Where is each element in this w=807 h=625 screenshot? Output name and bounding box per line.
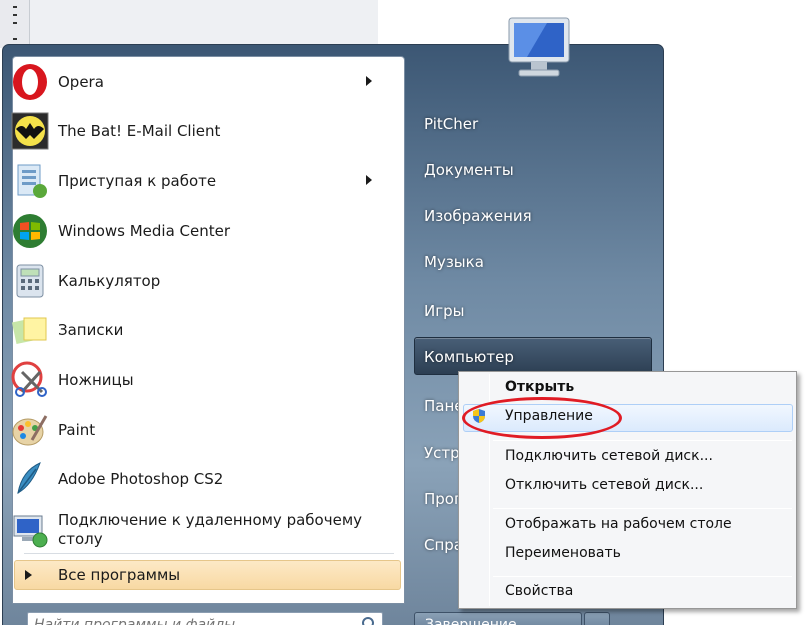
program-label: Ножницы [58, 370, 134, 389]
right-item-user[interactable]: PitCher [424, 115, 478, 133]
background-ruler [0, 0, 30, 48]
snipping-tool-icon [11, 361, 47, 397]
program-calculator[interactable]: Калькулятор [6, 257, 386, 305]
right-item-default-programs[interactable]: Прог [424, 490, 462, 508]
program-snipping-tool[interactable]: Ножницы [6, 356, 386, 404]
search-icon[interactable] [362, 617, 374, 625]
right-item-documents[interactable]: Документы [424, 161, 514, 179]
all-programs-arrow-icon [25, 570, 32, 580]
paint-icon [12, 415, 48, 446]
program-paint[interactable]: Paint [6, 406, 386, 454]
media-center-icon [13, 214, 47, 248]
program-remote-desktop[interactable]: Подключение к удаленному рабочему столу [6, 505, 386, 555]
menu-item-properties[interactable]: Свойства [505, 583, 573, 599]
program-opera[interactable]: Opera [6, 58, 386, 106]
shutdown-label: Завершение работы [425, 617, 517, 625]
menu-item-disconnect-network-drive[interactable]: Отключить сетевой диск... [505, 477, 703, 493]
program-label: Opera [58, 72, 104, 91]
photoshop-icon [17, 462, 41, 494]
getting-started-icon [17, 164, 47, 198]
menu-item-rename[interactable]: Переименовать [505, 545, 621, 561]
submenu-arrow-icon [366, 76, 372, 86]
shutdown-options-button[interactable] [584, 612, 610, 625]
remote-desktop-icon [13, 515, 48, 548]
all-programs-label: Все программы [58, 566, 181, 584]
sticky-notes-icon [11, 317, 47, 345]
menu-item-show-on-desktop[interactable]: Отображать на рабочем столе [505, 516, 732, 532]
search-box[interactable] [27, 612, 383, 625]
program-label: Windows Media Center [58, 221, 231, 240]
divider [24, 553, 394, 554]
right-item-pictures[interactable]: Изображения [424, 207, 532, 225]
computer-user-picture-icon[interactable] [497, 14, 579, 80]
program-label: Adobe Photoshop CS2 [58, 469, 224, 488]
program-label: Записки [58, 320, 124, 339]
all-programs-button[interactable]: Все программы [14, 560, 401, 590]
program-photoshop[interactable]: Adobe Photoshop CS2 [6, 455, 386, 503]
menu-separator [493, 576, 792, 577]
program-label: The Bat! E-Mail Client [58, 121, 221, 140]
program-sticky-notes[interactable]: Записки [6, 306, 386, 354]
right-item-devices[interactable]: Устр [424, 444, 460, 462]
menu-item-map-network-drive[interactable]: Подключить сетевой диск... [505, 448, 713, 464]
program-the-bat[interactable]: The Bat! E-Mail Client [6, 107, 386, 155]
menu-item-open[interactable]: Открыть [505, 379, 574, 395]
opera-icon [13, 64, 47, 100]
background-window [0, 0, 378, 48]
right-item-games[interactable]: Игры [424, 302, 464, 320]
highlight-ellipse [462, 397, 622, 439]
program-label: Подключение к удаленному рабочему столу [58, 511, 363, 548]
menu-separator [493, 508, 792, 509]
program-media-center[interactable]: Windows Media Center [6, 207, 386, 255]
menu-separator [493, 440, 792, 441]
right-item-computer[interactable]: Компьютер [424, 348, 514, 366]
program-label: Калькулятор [58, 271, 161, 290]
calculator-icon [16, 264, 44, 298]
submenu-arrow-icon [366, 175, 372, 185]
program-getting-started[interactable]: Приступая к работе [6, 157, 386, 205]
shutdown-button[interactable]: Завершение работы [414, 612, 582, 625]
program-label: Paint [58, 420, 96, 439]
program-label: Приступая к работе [58, 171, 217, 190]
the-bat-icon [11, 112, 49, 150]
right-item-music[interactable]: Музыка [424, 253, 484, 271]
search-input[interactable] [34, 614, 354, 625]
